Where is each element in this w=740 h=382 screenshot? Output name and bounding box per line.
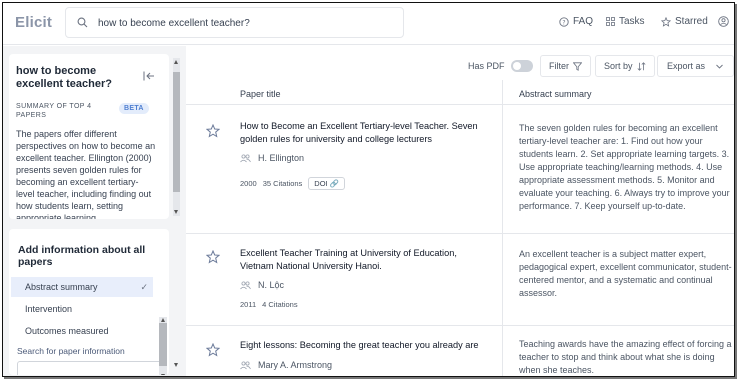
scroll-up-arrow-icon[interactable] xyxy=(160,318,165,322)
scrollbar-thumb[interactable] xyxy=(159,323,167,366)
add-information-title: Add information about all papers xyxy=(18,244,146,268)
paper-authors: N. Lộc xyxy=(240,280,284,290)
top-bar: Elicit ? FAQ Tasks Starred xyxy=(3,3,734,45)
tasks-label: Tasks xyxy=(619,16,645,27)
option-abstract-summary[interactable]: Abstract summary ✓ xyxy=(11,277,153,297)
star-icon[interactable] xyxy=(206,124,220,138)
summary-text: The papers offer different perspectives … xyxy=(16,129,156,219)
users-icon xyxy=(240,280,251,289)
question-title: how to become excellent teacher? xyxy=(16,65,112,90)
abstract-summary-cell: The seven golden rules for becoming an e… xyxy=(519,123,730,211)
star-icon[interactable] xyxy=(206,250,220,264)
paper-title[interactable]: How to Become an Excellent Tertiary-leve… xyxy=(240,120,488,146)
summary-label: SUMMARY OF TOP 4 PAPERS xyxy=(16,103,92,119)
search-icon xyxy=(77,17,88,28)
author-name: N. Lộc xyxy=(258,280,285,290)
author-name: Mary A. Armstrong xyxy=(258,360,333,370)
search-box[interactable] xyxy=(65,7,404,38)
option-outcomes-measured[interactable]: Outcomes measured xyxy=(11,321,153,341)
scroll-down-arrow-icon[interactable] xyxy=(174,363,178,367)
star-icon xyxy=(661,16,671,27)
scroll-down-arrow-icon[interactable] xyxy=(160,374,165,375)
column-divider xyxy=(502,80,503,376)
paper-meta: 2011 4 Citations xyxy=(240,300,298,309)
scrollbar-thumb[interactable] xyxy=(173,72,180,192)
doi-link[interactable]: DOI 🔗 xyxy=(308,177,346,190)
export-as-button[interactable]: Export as xyxy=(657,55,734,77)
has-pdf-toggle[interactable]: Has PDF xyxy=(468,55,533,77)
chevron-down-icon xyxy=(716,64,723,69)
add-information-card: Add information about all papers Abstrac… xyxy=(9,229,169,375)
sort-icon xyxy=(637,61,645,71)
scroll-up-arrow-icon[interactable] xyxy=(174,60,178,64)
scroll-down-arrow-icon[interactable] xyxy=(174,210,178,214)
options-scrollbar[interactable] xyxy=(159,317,167,375)
paper-title[interactable]: Eight lessons: Becoming the great teache… xyxy=(240,339,488,352)
faq-label: FAQ xyxy=(573,16,594,27)
option-label: Abstract summary xyxy=(25,282,98,292)
search-input[interactable] xyxy=(98,14,393,32)
account-button[interactable] xyxy=(718,16,729,27)
paper-authors: Mary A. Armstrong xyxy=(240,360,332,370)
paper-meta: 2000 35 Citations DOI 🔗 xyxy=(240,177,346,190)
app-window: Elicit ? FAQ Tasks Starred how to become… xyxy=(2,2,735,377)
check-icon: ✓ xyxy=(140,282,148,292)
tasks-link[interactable]: Tasks xyxy=(606,16,645,27)
column-header-paper-title[interactable]: Paper title xyxy=(240,89,281,99)
collapse-sidebar-button[interactable] xyxy=(143,68,155,86)
option-intervention[interactable]: Intervention xyxy=(11,299,153,319)
author-name: H. Ellington xyxy=(258,153,305,163)
row-divider xyxy=(186,325,734,326)
summary-scrollbar[interactable] xyxy=(173,58,180,216)
doi-label: DOI xyxy=(314,179,328,188)
beta-badge: BETA xyxy=(119,103,149,114)
export-as-label: Export as xyxy=(667,61,706,71)
has-pdf-label: Has PDF xyxy=(468,61,505,71)
summary-card: how to become excellent teacher? SUMMARY… xyxy=(9,54,169,219)
user-icon xyxy=(718,16,729,27)
header-divider xyxy=(186,104,734,105)
link-icon: 🔗 xyxy=(329,179,340,188)
faq-link[interactable]: ? FAQ xyxy=(559,16,593,27)
row-divider xyxy=(186,233,734,234)
paper-year: 2011 xyxy=(240,300,257,309)
sidebar: how to become excellent teacher? SUMMARY… xyxy=(3,46,186,376)
grid-icon xyxy=(606,17,615,26)
column-header-abstract-summary[interactable]: Abstract summary xyxy=(519,89,592,99)
search-paper-info-label: Search for paper information xyxy=(17,346,125,356)
starred-label: Starred xyxy=(675,16,708,27)
filter-icon xyxy=(573,61,582,71)
star-icon[interactable] xyxy=(206,343,220,357)
logo[interactable]: Elicit xyxy=(15,14,52,31)
users-icon xyxy=(240,360,251,369)
sidebar-scrollbar[interactable] xyxy=(173,229,180,375)
help-icon: ? xyxy=(559,16,569,27)
paper-authors: H. Ellington xyxy=(240,153,304,163)
citation-count: 35 Citations xyxy=(262,179,303,188)
users-icon xyxy=(240,153,251,162)
paper-title[interactable]: Excellent Teacher Training at University… xyxy=(240,247,488,273)
sort-by-button[interactable]: Sort by xyxy=(595,55,655,77)
toggle-switch[interactable] xyxy=(510,60,533,72)
option-label: Outcomes measured xyxy=(25,326,109,336)
abstract-summary-cell: Teaching awards have the amazing effect … xyxy=(519,339,732,375)
sort-by-label: Sort by xyxy=(604,61,633,71)
citation-count: 4 Citations xyxy=(262,300,298,309)
svg-text:?: ? xyxy=(562,19,565,26)
starred-link[interactable]: Starred xyxy=(661,16,708,27)
collapse-left-icon xyxy=(143,71,154,81)
option-label: Intervention xyxy=(25,304,73,314)
paper-year: 2000 xyxy=(240,179,257,188)
filter-button[interactable]: Filter xyxy=(540,55,591,77)
search-paper-info-input[interactable] xyxy=(17,361,165,375)
abstract-summary-cell: An excellent teacher is a subject matter… xyxy=(519,249,732,298)
filter-label: Filter xyxy=(549,61,569,71)
results-panel: Has PDF Filter Sort by Export as Paper t… xyxy=(186,46,734,376)
